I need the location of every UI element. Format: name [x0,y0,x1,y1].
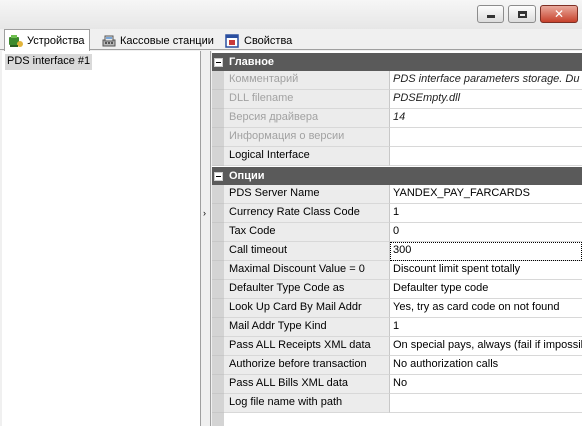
cash-stations-icon [101,34,117,48]
row-gutter [212,185,224,204]
row-gutter [212,299,224,318]
property-value-input[interactable]: 300 [390,242,582,261]
collapse-icon[interactable] [214,171,223,181]
tab-cash-stations-label: Кассовые станции [120,34,214,47]
property-name: Информация о версии [224,128,390,147]
row-gutter [212,71,224,90]
grid-empty-gutter [212,413,224,426]
maximize-icon [517,10,527,18]
row-gutter [212,223,224,242]
property-name: DLL filename [224,90,390,109]
property-row[interactable]: Pass ALL Receipts XML data On special pa… [212,337,582,356]
property-value[interactable]: 0 [390,223,582,242]
tab-properties-label: Свойства [244,34,293,47]
property-name: Log file name with path [224,394,390,413]
category-main[interactable]: Главное [212,53,582,71]
property-value[interactable] [390,147,582,166]
property-row[interactable]: Tax Code 0 [212,223,582,242]
property-name: Currency Rate Class Code [224,204,390,223]
property-value[interactable]: On special pays, always (fail if impossi… [390,337,582,356]
property-row[interactable]: Authorize before transaction No authoriz… [212,356,582,375]
property-name: Pass ALL Receipts XML data [224,337,390,356]
property-value[interactable]: Defaulter type code [390,280,582,299]
row-gutter [212,147,224,166]
tab-properties[interactable]: Свойства [222,31,296,50]
property-value[interactable]: 1 [390,318,582,337]
row-gutter [212,356,224,375]
tab-cash-stations[interactable]: Кассовые станции [98,31,218,50]
row-gutter [212,261,224,280]
property-name: Look Up Card By Mail Addr [224,299,390,318]
tree-item-pds-interface[interactable]: PDS interface #1 [5,54,93,70]
row-gutter [212,337,224,356]
collapse-icon[interactable] [214,57,223,67]
minimize-icon [486,15,495,18]
property-value[interactable] [390,128,582,147]
property-name: Logical Interface [224,147,390,166]
property-value[interactable] [390,394,582,413]
properties-icon [225,33,241,48]
property-row[interactable]: Pass ALL Bills XML data No [212,375,582,394]
property-name: Defaulter Type Code as [224,280,390,299]
property-value[interactable]: 1 [390,204,582,223]
property-value[interactable]: 14 [390,109,582,128]
row-gutter [212,318,224,337]
property-value[interactable]: PDSEmpty.dll [390,90,582,109]
row-gutter [212,90,224,109]
property-row[interactable]: Версия драйвера 14 [212,109,582,128]
property-name: Pass ALL Bills XML data [224,375,390,394]
category-title: Опции [229,170,265,182]
property-row[interactable]: Maximal Discount Value = 0 Discount limi… [212,261,582,280]
device-tree[interactable]: PDS interface #1 [2,51,201,426]
property-grid[interactable]: Главное Комментарий PDS interface parame… [212,51,582,426]
tree-item-label: PDS interface #1 [7,55,91,67]
row-gutter [212,109,224,128]
row-gutter [212,204,224,223]
category-title: Главное [229,56,275,68]
property-row-selected[interactable]: Call timeout 300 [212,242,582,261]
property-name: Mail Addr Type Kind [224,318,390,337]
property-row[interactable]: Log file name with path [212,394,582,413]
close-button[interactable]: ✕ [540,5,578,23]
property-value[interactable]: No [390,375,582,394]
property-name: PDS Server Name [224,185,390,204]
splitter-arrow-icon: › [203,208,206,218]
tab-devices-label: Устройства [27,34,85,47]
property-value[interactable]: Yes, try as card code on not found [390,299,582,318]
property-row[interactable]: Информация о версии [212,128,582,147]
row-gutter [212,375,224,394]
row-gutter [212,128,224,147]
property-name: Authorize before transaction [224,356,390,375]
property-name: Комментарий [224,71,390,90]
property-value[interactable]: Discount limit spent totally [390,261,582,280]
property-row[interactable]: Logical Interface [212,147,582,166]
row-gutter [212,280,224,299]
minimize-button[interactable] [477,5,504,23]
property-value[interactable]: PDS interface parameters storage. Du [390,71,582,90]
property-name: Версия драйвера [224,109,390,128]
title-bar: ✕ [0,0,582,30]
category-options[interactable]: Опции [212,167,582,185]
row-gutter [212,394,224,413]
row-gutter [212,242,224,261]
property-value[interactable]: No authorization calls [390,356,582,375]
property-row[interactable]: Комментарий PDS interface parameters sto… [212,71,582,90]
devices-icon [8,34,24,48]
close-icon: ✕ [553,7,565,21]
property-row[interactable]: PDS Server Name YANDEX_PAY_FARCARDS [212,185,582,204]
property-name: Tax Code [224,223,390,242]
property-row[interactable]: Look Up Card By Mail Addr Yes, try as ca… [212,299,582,318]
property-row[interactable]: DLL filename PDSEmpty.dll [212,90,582,109]
property-row[interactable]: Currency Rate Class Code 1 [212,204,582,223]
property-row[interactable]: Mail Addr Type Kind 1 [212,318,582,337]
property-name: Maximal Discount Value = 0 [224,261,390,280]
tab-strip: Устройства Кассовые станции Свойства [0,29,582,51]
pane-splitter[interactable]: › [201,51,211,426]
property-name: Call timeout [224,242,390,261]
property-row[interactable]: Defaulter Type Code as Defaulter type co… [212,280,582,299]
maximize-button[interactable] [508,5,536,23]
tab-devices[interactable]: Устройства [4,29,90,51]
property-value[interactable]: YANDEX_PAY_FARCARDS [390,185,582,204]
